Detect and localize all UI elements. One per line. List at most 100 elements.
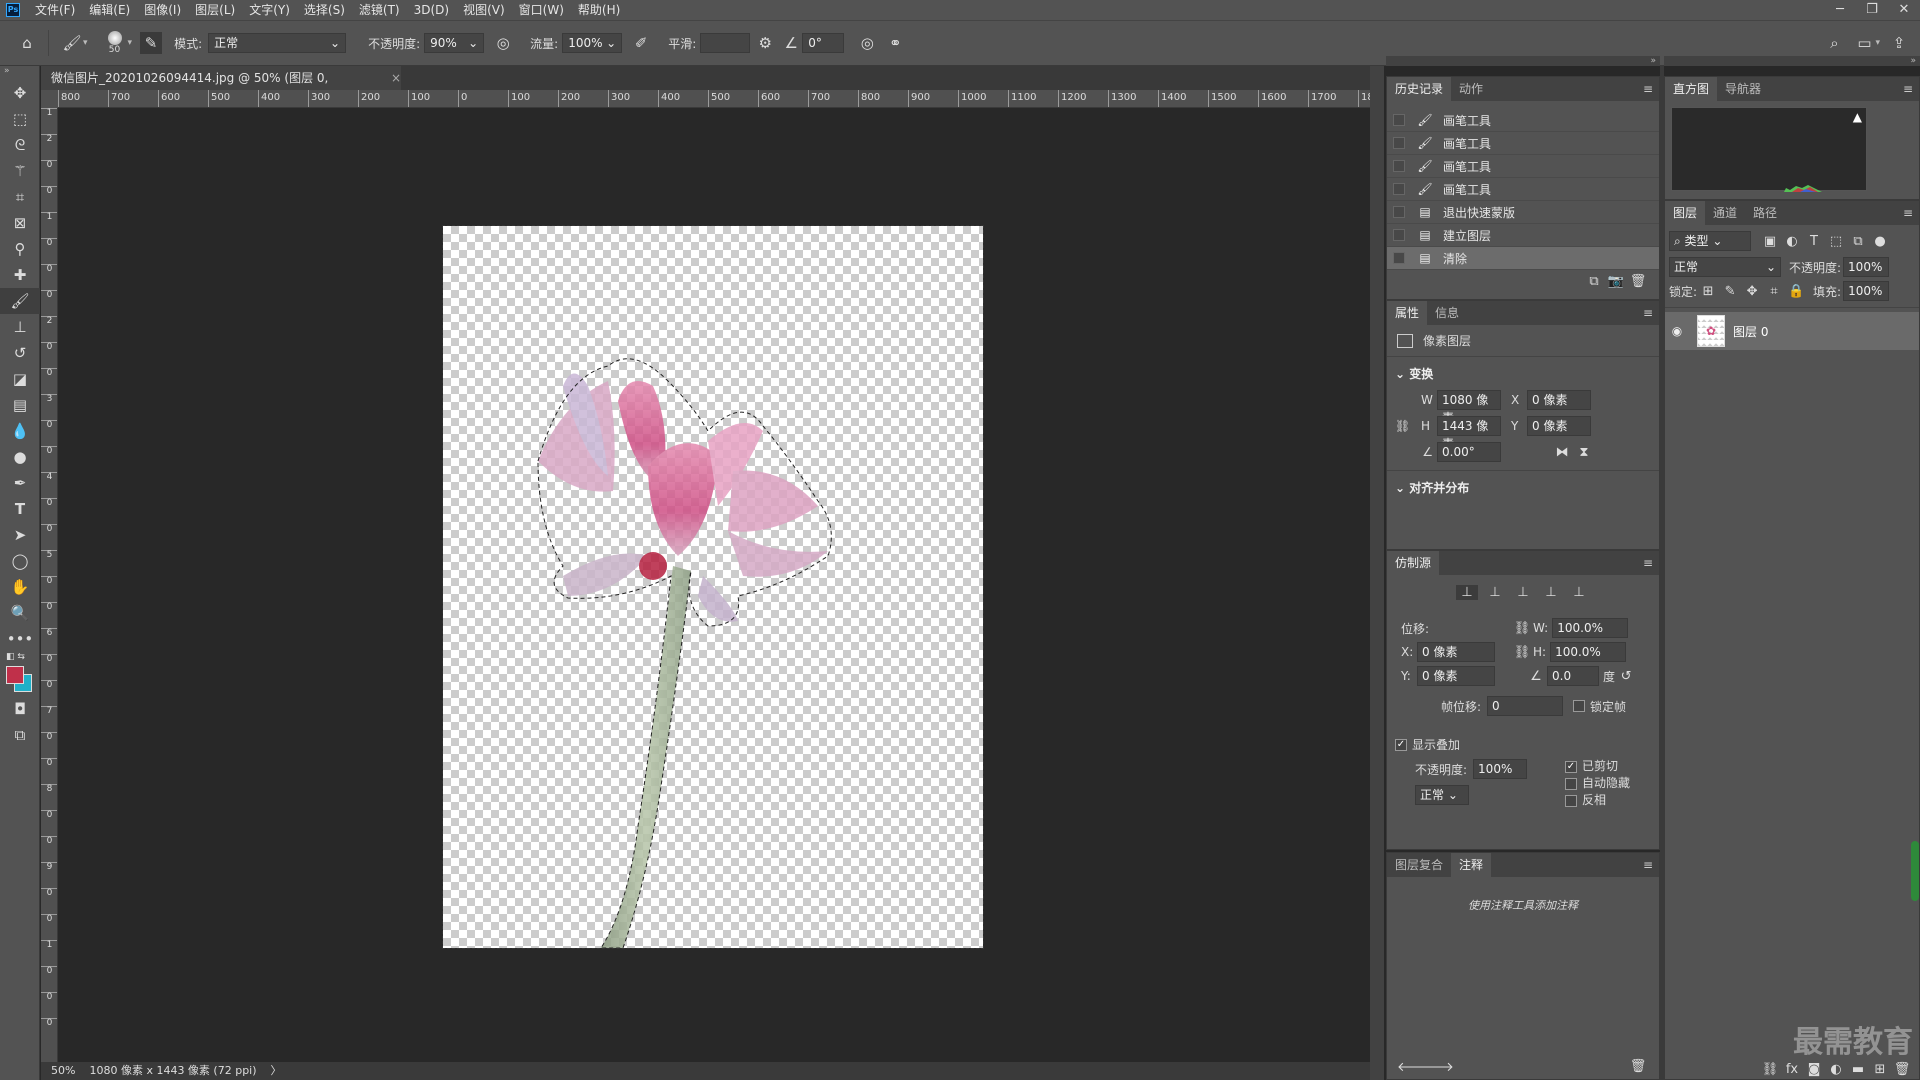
layer-name[interactable]: 图层 0 <box>1733 323 1768 340</box>
menu-help[interactable]: 帮助(H) <box>571 0 627 20</box>
gear-icon[interactable]: ⚙ <box>754 32 776 54</box>
clone-y-input[interactable]: 0 像素 <box>1417 666 1495 686</box>
restore-button[interactable]: ❐ <box>1856 0 1888 20</box>
magic-wand-tool-icon[interactable]: ⚚ <box>0 158 40 184</box>
clone-source-1-icon[interactable]: ⊥ <box>1456 585 1478 600</box>
invert-checkbox[interactable] <box>1565 794 1577 807</box>
search-icon[interactable]: ⌕ <box>1823 32 1845 54</box>
link-icon[interactable]: ⛓ <box>1511 645 1533 660</box>
history-source-checkbox[interactable] <box>1393 137 1405 149</box>
history-source-checkbox[interactable] <box>1393 252 1405 264</box>
menu-image[interactable]: 图像(I) <box>137 0 188 20</box>
status-arrow-icon[interactable]: 〉 <box>271 1062 282 1080</box>
horizontal-ruler[interactable]: 800 700 600 500 400 300 200 100 0 100 200 300 400 500… <box>58 90 1370 108</box>
tab-history[interactable]: 历史记录 <box>1387 77 1452 101</box>
auto-hide-checkbox[interactable] <box>1565 777 1577 790</box>
filter-type-icon[interactable]: T <box>1803 234 1825 249</box>
flow-input[interactable]: 100% ⌄ <box>562 33 623 53</box>
panel-menu-icon[interactable]: ≡ <box>1643 306 1653 320</box>
clone-x-input[interactable]: 0 像素 <box>1417 642 1495 662</box>
lock-position-icon[interactable]: ✥ <box>1741 284 1763 299</box>
path-selection-tool-icon[interactable]: ➤ <box>0 522 40 548</box>
clone-stamp-tool-icon[interactable]: ⊥ <box>0 314 40 340</box>
filter-shape-icon[interactable]: ⬚ <box>1825 234 1847 249</box>
chevron-down-icon[interactable]: ▾ <box>128 38 133 48</box>
menu-layer[interactable]: 图层(L) <box>188 0 242 20</box>
transform-title[interactable]: ⌄ 变换 <box>1395 365 1651 382</box>
quick-mask-icon[interactable]: ◘ <box>0 696 40 722</box>
share-icon[interactable]: ⇪ <box>1888 32 1910 54</box>
overlay-blend-select[interactable]: 正常 ⌄ <box>1415 785 1469 805</box>
tab-histogram[interactable]: 直方图 <box>1665 77 1718 101</box>
trash-icon[interactable]: 🗑 <box>1891 1062 1913 1077</box>
history-item[interactable]: 🖌 画笔工具 <box>1387 109 1659 132</box>
gradient-tool-icon[interactable]: ▤ <box>0 392 40 418</box>
zoom-tool-icon[interactable]: 🔍 <box>0 600 40 626</box>
height-input[interactable]: 1443 像素 <box>1437 416 1501 451</box>
brush-preset-icon[interactable]: 🖌 <box>61 32 83 54</box>
vertical-ruler[interactable]: 1 2 0 0 1 0 0 0 2 0 0 3 0 0 4 0 0 5 0 0 6 0 0 7 0 0 8 0 0 9 0 0 1 0 0 0 <box>41 108 58 1062</box>
y-input[interactable]: 0 像素 <box>1527 416 1591 436</box>
close-tab-icon[interactable]: × <box>391 66 401 90</box>
smoothing-input[interactable] <box>700 33 751 53</box>
minimize-button[interactable]: ─ <box>1824 0 1856 20</box>
menu-select[interactable]: 选择(S) <box>297 0 352 20</box>
fx-icon[interactable]: fx <box>1781 1062 1803 1077</box>
align-distribute-title[interactable]: ⌄ 对齐并分布 <box>1387 470 1659 504</box>
tab-channels[interactable]: 通道 <box>1705 201 1745 225</box>
angle-input[interactable]: 0.00° <box>1437 442 1501 462</box>
history-item[interactable]: 🖌 画笔工具 <box>1387 155 1659 178</box>
collapse-panels-icon[interactable]: » <box>1386 56 1660 66</box>
history-source-checkbox[interactable] <box>1393 183 1405 195</box>
clone-source-3-icon[interactable]: ⊥ <box>1512 585 1534 600</box>
link-icon[interactable]: ⛓ <box>1395 419 1421 433</box>
layer-filter-select[interactable]: ⌕ 类型 ⌄ <box>1669 231 1751 251</box>
panel-menu-icon[interactable]: ≡ <box>1643 82 1653 96</box>
tab-actions[interactable]: 动作 <box>1451 77 1491 101</box>
filter-pixel-icon[interactable]: ▣ <box>1759 234 1781 249</box>
opacity-input[interactable]: 90% ⌄ <box>424 33 485 53</box>
lock-image-icon[interactable]: ✎ <box>1719 284 1741 299</box>
lasso-tool-icon[interactable]: ᘓ <box>0 132 40 158</box>
clone-width-input[interactable]: 100.0% <box>1552 618 1629 638</box>
history-source-checkbox[interactable] <box>1393 114 1405 126</box>
brush-size-picker[interactable]: 50 <box>102 31 128 55</box>
history-brush-tool-icon[interactable]: ↺ <box>0 340 40 366</box>
tab-navigator[interactable]: 导航器 <box>1717 77 1769 101</box>
dodge-tool-icon[interactable]: ● <box>0 444 40 470</box>
tab-layers[interactable]: 图层 <box>1665 201 1706 225</box>
history-item[interactable]: ▤ 退出快速蒙版 <box>1387 201 1659 224</box>
chevron-down-icon[interactable]: ▾ <box>83 38 88 48</box>
tab-info[interactable]: 信息 <box>1427 301 1467 325</box>
pressure-size-icon[interactable]: ◎ <box>856 32 878 54</box>
scroll-indicator[interactable] <box>1911 841 1919 901</box>
collapse-panels-icon[interactable]: » <box>1664 56 1920 66</box>
tab-paths[interactable]: 路径 <box>1745 201 1785 225</box>
pen-tool-icon[interactable]: ✒ <box>0 470 40 496</box>
history-item[interactable]: ▤ 建立图层 <box>1387 224 1659 247</box>
new-group-icon[interactable]: ▬ <box>1847 1062 1869 1077</box>
workspace-icon[interactable]: ▭ <box>1853 32 1875 54</box>
symmetry-icon[interactable]: ⚭ <box>884 32 906 54</box>
document-canvas[interactable] <box>442 225 984 949</box>
pressure-opacity-icon[interactable]: ◎ <box>492 32 514 54</box>
type-tool-icon[interactable]: T <box>0 496 40 522</box>
tab-clone-source[interactable]: 仿制源 <box>1387 551 1440 575</box>
close-window-button[interactable]: ✕ <box>1888 0 1920 20</box>
history-source-checkbox[interactable] <box>1393 160 1405 172</box>
adjustment-layer-icon[interactable]: ◐ <box>1825 1062 1847 1077</box>
marquee-tool-icon[interactable]: ⬚ <box>0 106 40 132</box>
new-document-from-state-icon[interactable]: ⧉ <box>1583 274 1605 289</box>
lock-transparent-icon[interactable]: ⊞ <box>1697 284 1719 299</box>
ellipse-tool-icon[interactable]: ◯ <box>0 548 40 574</box>
link-layers-icon[interactable]: ⛓ <box>1759 1062 1781 1077</box>
menu-3d[interactable]: 3D(D) <box>407 0 456 20</box>
filter-toggle-icon[interactable]: ● <box>1869 234 1891 249</box>
panel-menu-icon[interactable]: ≡ <box>1903 82 1913 96</box>
menu-window[interactable]: 窗口(W) <box>512 0 571 20</box>
history-item[interactable]: 🖌 画笔工具 <box>1387 178 1659 201</box>
filter-adjustment-icon[interactable]: ◐ <box>1781 234 1803 249</box>
history-item[interactable]: 🖌 画笔工具 <box>1387 132 1659 155</box>
clone-height-input[interactable]: 100.0% <box>1550 642 1627 662</box>
healing-brush-tool-icon[interactable]: ✚ <box>0 262 40 288</box>
